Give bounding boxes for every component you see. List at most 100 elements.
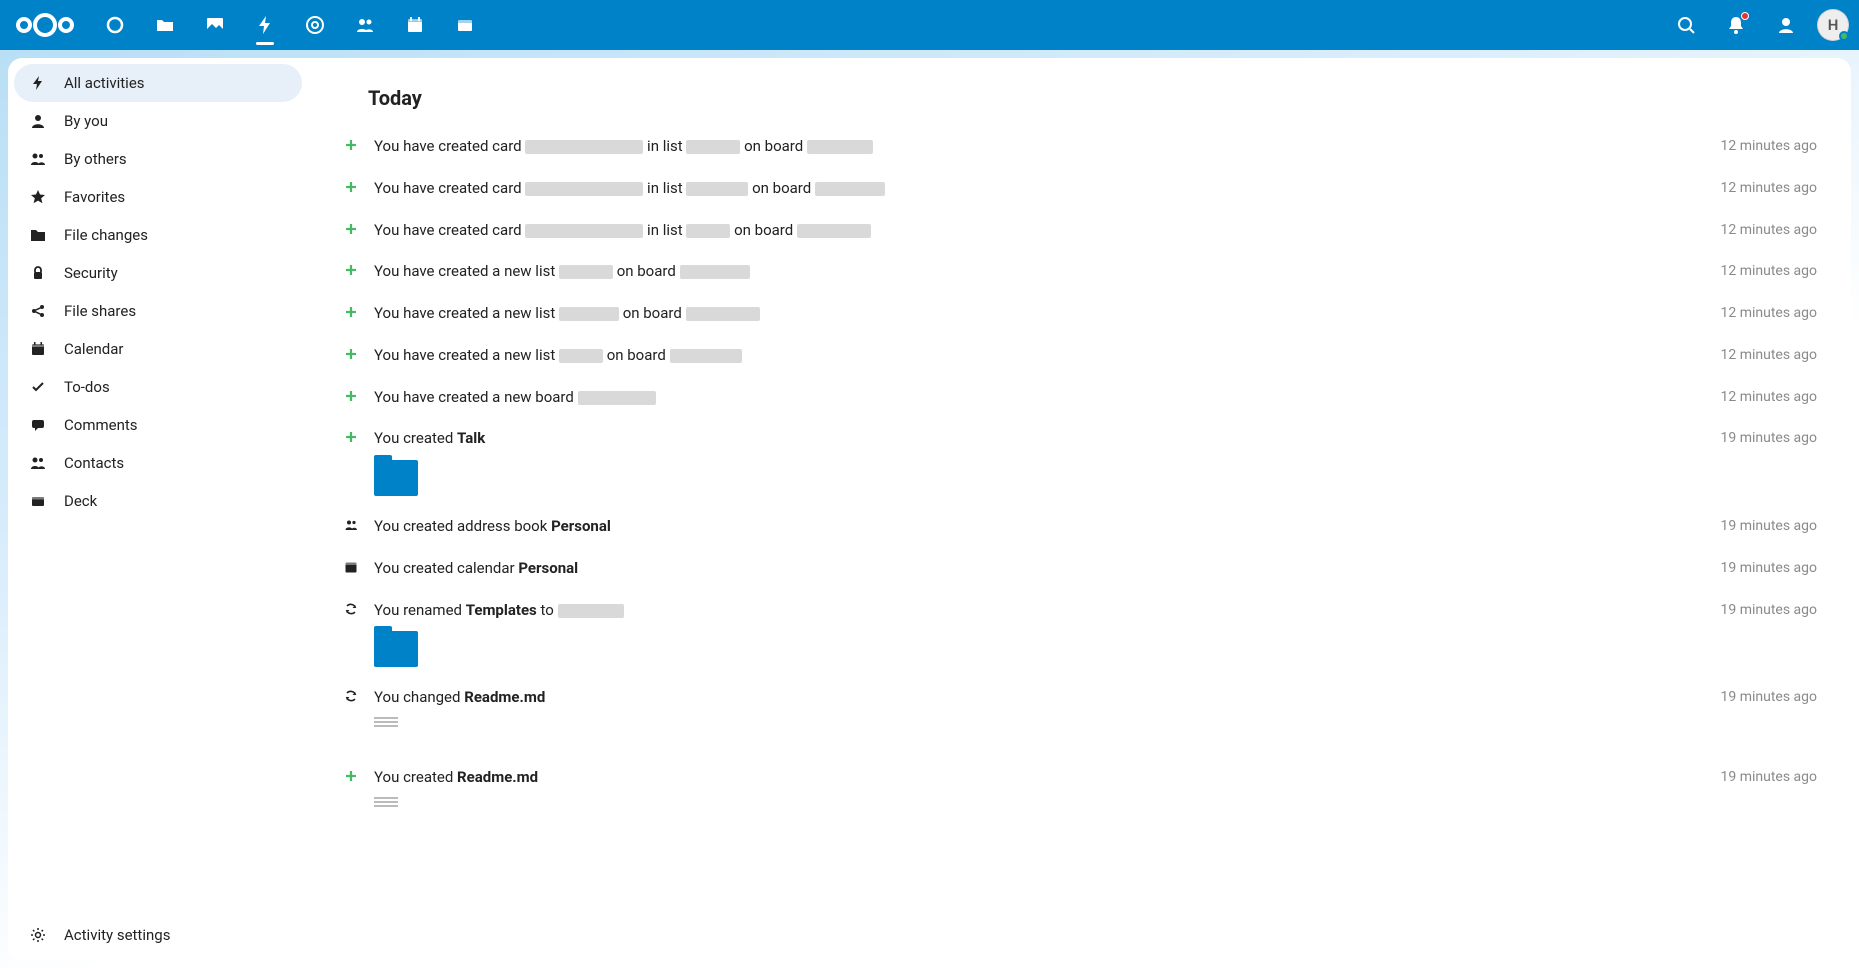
redacted-value — [807, 140, 873, 154]
activity-row: You have created card in list on board 1… — [338, 168, 1821, 210]
activity-body: You have created a new list on board — [374, 261, 1694, 283]
sidebar-item-file-shares[interactable]: File shares — [14, 292, 302, 330]
plus-icon — [342, 769, 360, 783]
search-button[interactable] — [1661, 0, 1711, 50]
activity-row: You created Talk19 minutes ago — [338, 418, 1821, 506]
sidebar-item-contacts[interactable]: Contacts — [14, 444, 302, 482]
app-activity[interactable] — [240, 0, 290, 50]
file-changes-icon — [28, 227, 48, 243]
activity-row: You created address book Personal 19 minu… — [338, 506, 1821, 548]
sidebar-label: Contacts — [64, 454, 124, 472]
file-icon[interactable] — [374, 717, 414, 747]
avatar-initial: H — [1828, 16, 1839, 34]
activity-body: You changed Readme.md — [374, 687, 1694, 747]
activity-time: 19 minutes ago — [1720, 518, 1817, 534]
deck-icon — [28, 493, 48, 509]
sidebar-item-all[interactable]: All activities — [14, 64, 302, 102]
activity-time: 19 minutes ago — [1720, 602, 1817, 618]
activity-settings-label: Activity settings — [64, 926, 170, 944]
logo[interactable] — [14, 9, 76, 41]
contacts-icon — [28, 455, 48, 471]
activity-body: You have created a new list on board — [374, 345, 1694, 367]
activity-text: You created calendar Personal — [374, 558, 1694, 580]
activity-row: You renamed Templates to 19 minutes ago — [338, 590, 1821, 678]
app-photos[interactable] — [190, 0, 240, 50]
calendar-icon — [342, 560, 360, 574]
activity-settings[interactable]: Activity settings — [14, 916, 302, 954]
main-content: Today You have created card in list on b… — [308, 58, 1851, 960]
folder-icon[interactable] — [374, 631, 418, 667]
plus-icon — [342, 389, 360, 403]
sidebar-label: By you — [64, 112, 108, 130]
sidebar-item-comments[interactable]: Comments — [14, 406, 302, 444]
plus-icon — [342, 305, 360, 319]
sidebar-item-todos[interactable]: To-dos — [14, 368, 302, 406]
notifications-button[interactable] — [1711, 0, 1761, 50]
activity-bold: Readme.md — [464, 688, 545, 706]
sidebar-item-favorites[interactable]: Favorites — [14, 178, 302, 216]
activity-row: You have created card in list on board 1… — [338, 210, 1821, 252]
activity-time: 12 minutes ago — [1720, 138, 1817, 154]
calendar-icon — [28, 341, 48, 357]
app-dashboard[interactable] — [90, 0, 140, 50]
refresh-icon — [342, 689, 360, 703]
redacted-value — [559, 349, 603, 363]
redacted-value — [686, 224, 730, 238]
sidebar-label: Favorites — [64, 188, 125, 206]
activity-bold: Talk — [457, 429, 485, 447]
contacts-menu-button[interactable] — [1761, 0, 1811, 50]
activity-time: 12 minutes ago — [1720, 180, 1817, 196]
app-calendar[interactable] — [390, 0, 440, 50]
activity-body: You have created a new board — [374, 387, 1694, 409]
sidebar-item-by-you[interactable]: By you — [14, 102, 302, 140]
redacted-value — [670, 349, 742, 363]
sidebar-label: By others — [64, 150, 127, 168]
comments-icon — [28, 417, 48, 433]
activity-text: You have created a new list on board — [374, 345, 1694, 367]
redacted-value — [680, 265, 750, 279]
app-deck[interactable] — [440, 0, 490, 50]
by-you-icon — [28, 113, 48, 129]
sidebar-label: To-dos — [64, 378, 110, 396]
activity-text: You created address book Personal — [374, 516, 1694, 538]
notification-dot — [1741, 12, 1749, 20]
activity-text: You have created card in list on board — [374, 220, 1694, 242]
app-contacts[interactable] — [340, 0, 390, 50]
sidebar-item-deck[interactable]: Deck — [14, 482, 302, 520]
plus-icon — [342, 222, 360, 236]
sidebar-item-security[interactable]: Security — [14, 254, 302, 292]
activity-bold: Personal — [518, 559, 578, 577]
activity-text: You have created card in list on board — [374, 136, 1694, 158]
sidebar-item-file-changes[interactable]: File changes — [14, 216, 302, 254]
topbar: H — [0, 0, 1859, 50]
sidebar-item-by-others[interactable]: By others — [14, 140, 302, 178]
sidebar-item-calendar[interactable]: Calendar — [14, 330, 302, 368]
sidebar-label: Security — [64, 264, 118, 282]
presence-dot — [1839, 31, 1849, 41]
activity-time: 12 minutes ago — [1720, 389, 1817, 405]
sidebar-label: All activities — [64, 74, 145, 92]
activity-body: You created address book Personal — [374, 516, 1694, 538]
redacted-value — [525, 224, 643, 238]
sidebar-label: Deck — [64, 492, 97, 510]
redacted-value — [797, 224, 871, 238]
activity-bold: Templates — [466, 601, 537, 619]
security-icon — [28, 265, 48, 281]
user-menu[interactable]: H — [1817, 9, 1849, 41]
activity-text: You changed Readme.md — [374, 687, 1694, 709]
activity-text: You renamed Templates to — [374, 600, 1694, 622]
redacted-value — [559, 265, 613, 279]
activity-text: You created Talk — [374, 428, 1694, 450]
redacted-value — [686, 307, 760, 321]
activity-bold: Personal — [551, 517, 611, 535]
file-icon[interactable] — [374, 797, 414, 827]
activity-row: You have created a new board 12 minutes … — [338, 377, 1821, 419]
folder-icon[interactable] — [374, 460, 418, 496]
activity-bold: Readme.md — [457, 768, 538, 786]
activity-time: 19 minutes ago — [1720, 689, 1817, 705]
activity-body: You created Talk — [374, 428, 1694, 496]
app-talk[interactable] — [290, 0, 340, 50]
activity-time: 12 minutes ago — [1720, 347, 1817, 363]
app-nav — [90, 0, 490, 50]
app-files[interactable] — [140, 0, 190, 50]
